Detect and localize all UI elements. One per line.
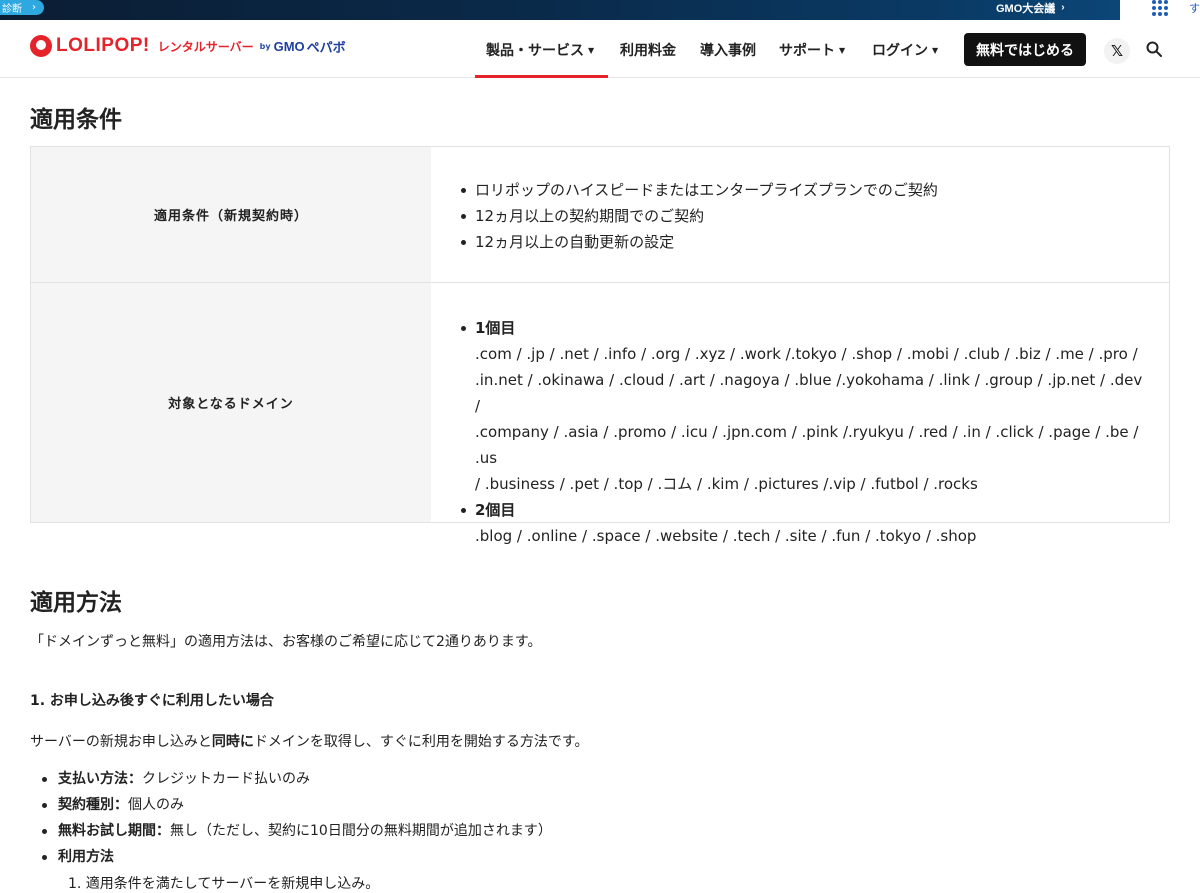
diagnosis-link-label: 診断 [2, 4, 22, 15]
start-free-button[interactable]: 無料ではじめる [964, 33, 1086, 66]
nav-label: 製品・サービス [486, 43, 584, 59]
nav-pricing[interactable]: 利用料金 [620, 40, 676, 60]
domain-line: .company / .asia / .promo / .icu / .jpn.… [475, 423, 1139, 467]
main-nav: 製品・サービス ▼ 利用料金 導入事例 サポート ▼ ログイン ▼ 無料ではじめる 𝕏 [0, 20, 1200, 78]
row-label: 適用条件（新規契約時） [31, 147, 431, 282]
method-subheading: 1. お申し込み後すぐに利用したい場合 [30, 693, 274, 709]
chevron-right-icon: › [1061, 2, 1065, 13]
desc-after: ドメインを取得し、すぐに利用を開始する方法です。 [253, 734, 589, 750]
list-item: 支払い方法：クレジットカード払いのみ [42, 766, 552, 792]
list-item: 無料お試し期間：無し（ただし、契約に10日間分の無料期間が追加されます） [42, 818, 552, 844]
nav-label: ログイン [872, 43, 928, 59]
list-item: 1個目 .com / .jp / .net / .info / .org / .… [461, 315, 1145, 497]
desc-bold: 同時に [211, 734, 254, 750]
usage-step: 1. 適用条件を満たしてサーバーを新規申し込み。 [68, 876, 380, 892]
item-label: 支払い方法： [58, 771, 142, 787]
method-heading: 適用方法 [30, 590, 122, 616]
nav-case-studies[interactable]: 導入事例 [700, 40, 756, 60]
nav-support[interactable]: サポート ▼ [779, 40, 845, 60]
chevron-right-icon: › [32, 2, 36, 13]
conditions-heading: 適用条件 [30, 107, 122, 133]
gmo-conference-link[interactable]: GMO大会議 › [996, 0, 1065, 15]
conditions-table: 適用条件（新規契約時） ロリポップのハイスピードまたはエンタープライズプランでの… [30, 146, 1170, 545]
list-item: 2個目 .blog / .online / .space / .website … [461, 497, 1145, 549]
row-value: 1個目 .com / .jp / .net / .info / .org / .… [431, 283, 1169, 545]
item-value: クレジットカード払いのみ [142, 771, 310, 787]
list-item: 12ヵ月以上の契約期間でのご契約 [461, 203, 1145, 229]
domain-line: .com / .jp / .net / .info / .org / .xyz … [475, 345, 1138, 363]
method-intro: 「ドメインずっと無料」の適用方法は、お客様のご希望に応じて2通りあります。 [30, 634, 542, 650]
row-label: 対象となるドメイン [31, 283, 431, 522]
domain-line: .blog / .online / .space / .website / .t… [475, 527, 977, 545]
x-logo-icon[interactable]: 𝕏 [1104, 38, 1130, 64]
caret-down-icon: ▼ [932, 46, 939, 55]
diagnosis-link[interactable]: 診断 › [0, 0, 44, 15]
gmo-conference-label: GMO大会議 [996, 2, 1056, 15]
nav-login[interactable]: ログイン ▼ [872, 40, 938, 60]
list-item: 利用方法 [42, 844, 552, 870]
domain-line: .in.net / .okinawa / .cloud / .art / .na… [475, 371, 1143, 415]
method-description: サーバーの新規お申し込みと同時にドメインを取得し、すぐに利用を開始する方法です。 [30, 731, 588, 751]
list-item: 契約種別：個人のみ [42, 792, 552, 818]
nav-label: 導入事例 [700, 43, 756, 59]
domain-line: / .business / .pet / .top / .コム / .kim /… [475, 475, 978, 493]
gmo-services-grid-icon[interactable] [1152, 0, 1172, 16]
row-value: ロリポップのハイスピードまたはエンタープライズプランでのご契約 12ヵ月以上の契… [431, 147, 1169, 282]
list-item: ロリポップのハイスピードまたはエンタープライズプランでのご契約 [461, 177, 1145, 203]
nav-products-services[interactable]: 製品・サービス ▼ [486, 40, 594, 60]
domain-group-title: 1個目 [475, 319, 516, 337]
nav-label: 利用料金 [620, 43, 676, 59]
item-value: 無し（ただし、契約に10日間分の無料期間が追加されます） [170, 823, 552, 839]
caret-down-icon: ▼ [588, 46, 595, 55]
gmo-group-bar: 診断 › GMO大会議 › す [0, 0, 1200, 20]
conditions-list: ロリポップのハイスピードまたはエンタープライズプランでのご契約 12ヵ月以上の契… [461, 147, 1145, 255]
gmo-bar-right-text: す [1189, 2, 1200, 15]
search-icon[interactable] [1146, 41, 1162, 57]
site-header: LOLIPOP! レンタルサーバー by GMO ペパボ 製品・サービス ▼ 利用… [0, 20, 1200, 78]
item-value: 個人のみ [128, 797, 184, 813]
list-item: 12ヵ月以上の自動更新の設定 [461, 229, 1145, 255]
domains-list: 1個目 .com / .jp / .net / .info / .org / .… [461, 283, 1145, 549]
table-row: 対象となるドメイン 1個目 .com / .jp / .net / .info … [31, 282, 1169, 545]
table-row: 適用条件（新規契約時） ロリポップのハイスピードまたはエンタープライズプランでの… [31, 147, 1169, 282]
nav-label: サポート [779, 43, 835, 59]
item-label: 契約種別： [58, 797, 128, 813]
domain-group-title: 2個目 [475, 501, 516, 519]
desc-before: サーバーの新規お申し込みと [30, 734, 212, 750]
caret-down-icon: ▼ [839, 46, 846, 55]
item-label: 無料お試し期間： [58, 823, 170, 839]
method-details-list: 支払い方法：クレジットカード払いのみ 契約種別：個人のみ 無料お試し期間：無し（… [42, 766, 552, 870]
item-label: 利用方法 [58, 849, 114, 865]
nav-active-indicator [475, 75, 608, 78]
